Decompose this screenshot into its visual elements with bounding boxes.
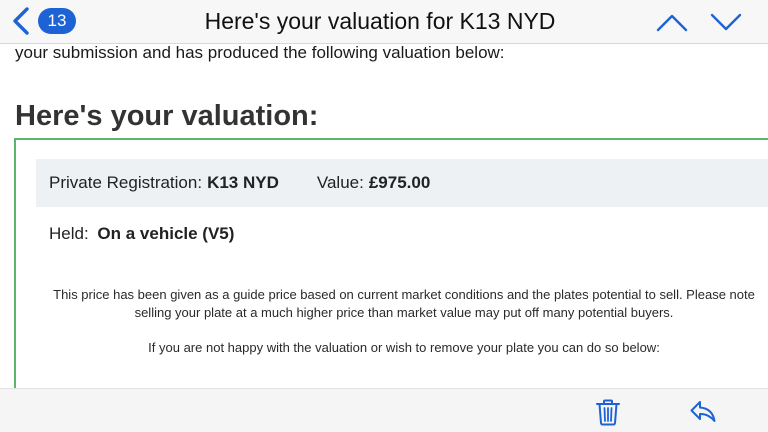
- email-screen: 13 Here's your valuation for K13 NYD you…: [0, 0, 768, 432]
- registration-row: Private Registration: K13 NYD Value: £97…: [36, 159, 768, 207]
- value-label: Value:: [316, 173, 364, 192]
- disclaimer-text: This price has been given as a guide pri…: [53, 287, 755, 320]
- page-title: Here's your valuation for K13 NYD: [204, 8, 556, 34]
- message-count-badge: 13: [38, 8, 76, 34]
- valuation-heading: Here's your valuation:: [15, 100, 319, 132]
- chevron-up-icon: [656, 14, 688, 32]
- held-label: Held:: [49, 224, 89, 243]
- reply-button[interactable]: [686, 397, 720, 427]
- remove-plate-text: If you are not happy with the valuation …: [148, 340, 660, 355]
- delete-button[interactable]: [591, 397, 625, 427]
- intro-text: your submission and has produced the fol…: [15, 43, 505, 62]
- chevron-left-icon: [13, 7, 29, 35]
- reply-icon: [690, 401, 716, 422]
- previous-message-button[interactable]: [652, 6, 692, 38]
- next-message-button[interactable]: [706, 6, 746, 38]
- bottom-toolbar: [0, 388, 768, 432]
- trash-icon: [596, 399, 620, 426]
- registration-label: Private Registration:: [49, 173, 203, 192]
- held-value: On a vehicle (V5): [97, 224, 235, 243]
- chevron-down-icon: [710, 13, 742, 31]
- back-button[interactable]: 13: [10, 4, 76, 38]
- value-amount: £975.00: [368, 173, 431, 192]
- held-row: Held: On a vehicle (V5): [49, 222, 234, 246]
- registration-value: K13 NYD: [207, 173, 279, 192]
- navigation-bar: 13 Here's your valuation for K13 NYD: [0, 0, 768, 44]
